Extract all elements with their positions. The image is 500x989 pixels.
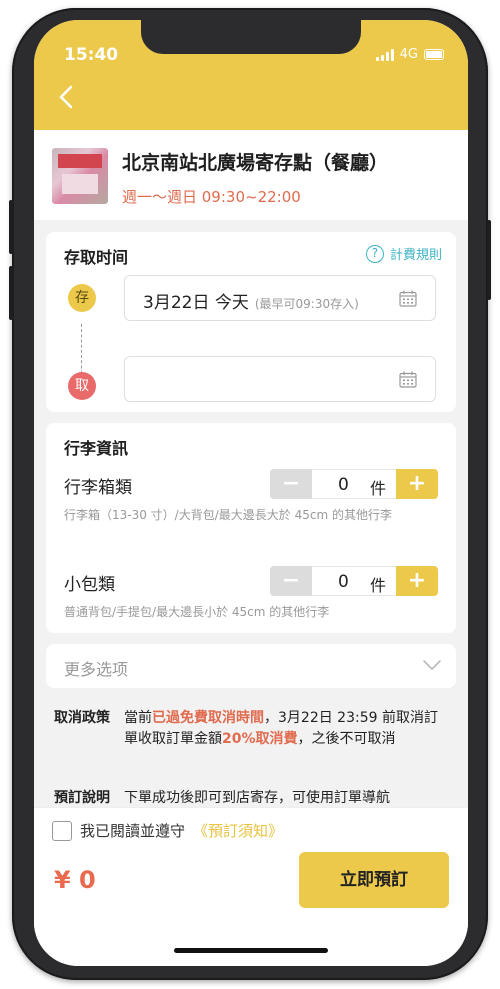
small-bag-minus-button[interactable]: − xyxy=(270,566,312,596)
book-now-button[interactable]: 立即預訂 xyxy=(299,852,449,908)
bottom-action-bar: 我已閱讀並遵守 《預訂須知》 ¥ 0 立即預訂 xyxy=(34,808,468,966)
store-info: 北京南站北廣場寄存點（餐廳） 週一～週日 09:30~22:00 xyxy=(34,130,468,220)
volume-up-button xyxy=(9,200,13,254)
total-price: ¥ 0 xyxy=(54,866,96,894)
booking-terms-link[interactable]: 《預訂須知》 xyxy=(193,820,283,841)
pickup-time-card: 存取时间 ? 計費規則 存 取 3月22日 今天 (最早可09:30存入) xyxy=(46,232,456,412)
question-icon: ? xyxy=(365,244,384,263)
agree-checkbox[interactable] xyxy=(52,820,72,841)
pickup-date-field[interactable] xyxy=(124,356,436,402)
suitcase-description: 行李箱（13-30 寸）/大背包/最大邊長大於 45cm 的其他行李 xyxy=(64,508,392,522)
fee-rules-link[interactable]: ? 計費規則 xyxy=(365,244,442,263)
cancel-highlight-1: 已過免費取消時間 xyxy=(152,710,264,726)
chevron-down-icon xyxy=(423,660,441,670)
small-bag-count: 0 xyxy=(338,572,349,592)
pickup-time-title: 存取时间 xyxy=(64,248,129,267)
suitcase-count: 0 xyxy=(338,475,349,495)
small-bag-unit: 件 xyxy=(369,576,386,595)
small-bag-count-field[interactable]: 0 件 xyxy=(312,566,396,596)
suitcase-minus-button[interactable]: − xyxy=(270,469,312,499)
small-bag-label: 小包類 xyxy=(64,575,115,595)
power-button xyxy=(487,220,491,300)
booking-notes-text: 下單成功後即可到店寄存，可使用訂單導航 xyxy=(124,790,390,806)
store-hours: 週一～週日 09:30~22:00 xyxy=(122,188,301,206)
signal-icon xyxy=(375,48,394,61)
cancel-text-1: 當前 xyxy=(124,710,152,726)
suitcase-stepper: − 0 件 + xyxy=(270,469,438,499)
luggage-info-card: 行李資訊 行李箱類 − 0 件 + 行李箱（13-30 寸）/大背包/最大邊長大… xyxy=(46,423,456,633)
battery-icon xyxy=(424,49,444,60)
booking-notes-label: 預訂說明 xyxy=(54,790,110,806)
fee-rules-label: 計費規則 xyxy=(389,248,442,263)
more-options-label: 更多选项 xyxy=(64,660,129,679)
calendar-icon xyxy=(399,371,417,388)
small-bag-plus-button[interactable]: + xyxy=(396,566,438,596)
suitcase-count-field[interactable]: 0 件 xyxy=(312,469,396,499)
agree-terms-row[interactable]: 我已閱讀並遵守 《預訂須知》 xyxy=(52,820,283,841)
volume-down-button xyxy=(9,266,13,320)
status-time: 15:40 xyxy=(64,45,119,65)
cancel-text-3: ，之後不可取消 xyxy=(297,731,396,747)
status-indicators: 4G xyxy=(375,47,444,62)
agree-text: 我已閱讀並遵守 xyxy=(80,822,186,840)
deposit-date-field[interactable]: 3月22日 今天 (最早可09:30存入) xyxy=(124,275,436,321)
luggage-info-title: 行李資訊 xyxy=(64,439,129,458)
cancel-highlight-2: 20%取消費 xyxy=(222,731,298,747)
booking-notes: 預訂說明 下單成功後即可到店寄存，可使用訂單導航 xyxy=(54,788,448,809)
small-bag-description: 普通背包/手提包/最大邊長小於 45cm 的其他行李 xyxy=(64,605,330,619)
calendar-icon xyxy=(399,290,417,307)
cancel-policy: 取消政策 當前已過免費取消時間，3月22日 23:59 前取消訂單收取訂單金額2… xyxy=(54,708,448,750)
network-type: 4G xyxy=(399,47,418,62)
back-button[interactable] xyxy=(52,82,82,112)
chevron-left-icon xyxy=(59,85,73,109)
cancel-policy-label: 取消政策 xyxy=(54,710,110,726)
suitcase-plus-button[interactable]: + xyxy=(396,469,438,499)
more-options-dropdown[interactable]: 更多选项 xyxy=(46,644,456,688)
cancel-policy-text: 當前已過免費取消時間，3月22日 23:59 前取消訂單收取訂單金額20%取消費… xyxy=(124,708,448,750)
deposit-date-value: 3月22日 今天 (最早可09:30存入) xyxy=(143,288,359,313)
store-name: 北京南站北廣場寄存點（餐廳） xyxy=(122,152,389,174)
pickup-marker: 取 xyxy=(68,372,96,400)
deposit-date-text: 3月22日 今天 xyxy=(143,293,249,313)
notch xyxy=(141,20,361,54)
small-bag-stepper: − 0 件 + xyxy=(270,566,438,596)
suitcase-label: 行李箱類 xyxy=(64,478,132,498)
suitcase-unit: 件 xyxy=(369,479,386,498)
deposit-marker: 存 xyxy=(68,284,96,312)
deposit-date-hint: (最早可09:30存入) xyxy=(254,297,359,311)
phone-screen: 15:40 4G 北京南站北廣場寄存點（餐廳） 週一～週日 09:30~22:0… xyxy=(34,20,468,966)
home-indicator[interactable] xyxy=(174,948,328,953)
store-thumbnail[interactable] xyxy=(52,148,108,204)
